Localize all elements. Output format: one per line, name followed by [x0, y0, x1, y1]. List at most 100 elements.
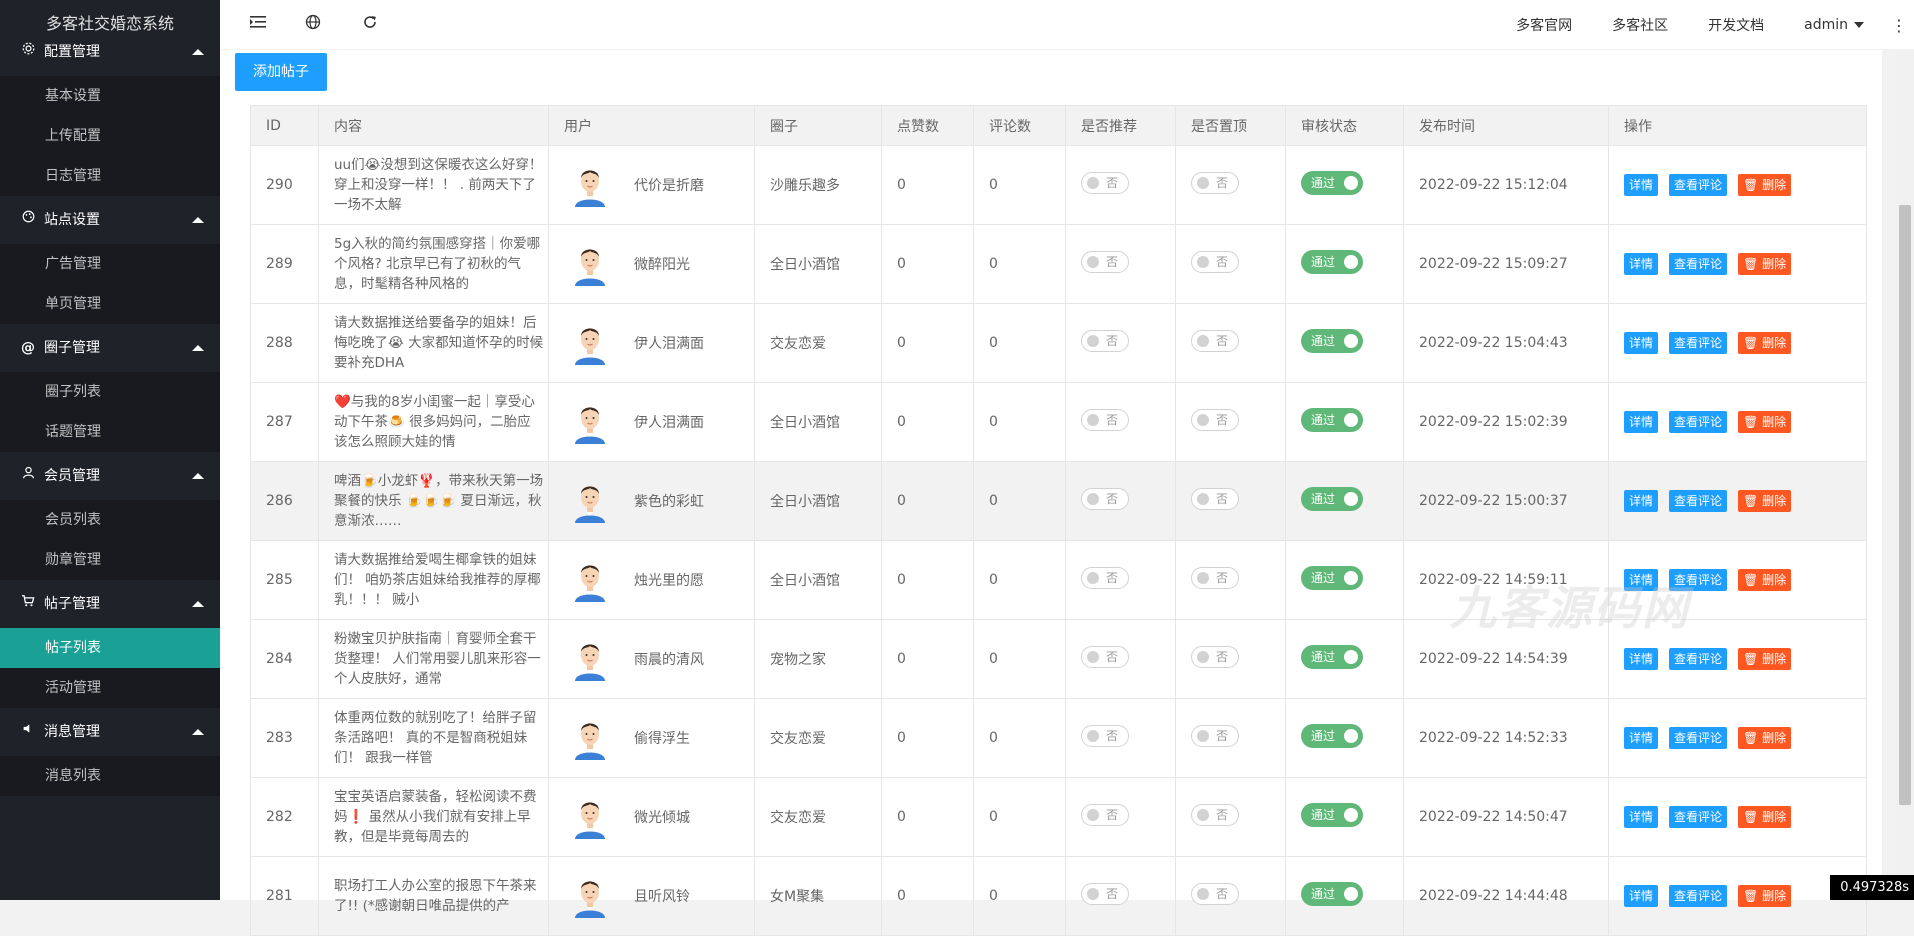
sidebar-item[interactable]: 基本设置: [0, 76, 220, 116]
toggle-knob: [1344, 808, 1358, 822]
link-official-site[interactable]: 多客官网: [1496, 15, 1592, 35]
sidebar-item[interactable]: 上传配置: [0, 116, 220, 156]
delete-button[interactable]: 🗑 删除: [1738, 569, 1792, 591]
sidebar-group-3[interactable]: 会员管理: [0, 452, 220, 500]
recommend-toggle[interactable]: 否: [1081, 725, 1129, 747]
detail-button[interactable]: 详情: [1624, 253, 1659, 275]
trash-icon: 🗑: [1743, 257, 1763, 271]
pin-toggle[interactable]: 否: [1191, 725, 1239, 747]
review-toggle[interactable]: 通过: [1301, 171, 1363, 195]
view-comments-button[interactable]: 查看评论: [1669, 332, 1728, 354]
sidebar-group-4[interactable]: 帖子管理: [0, 580, 220, 628]
review-toggle[interactable]: 通过: [1301, 882, 1363, 906]
recommend-toggle[interactable]: 否: [1081, 409, 1129, 431]
sidebar-item[interactable]: 广告管理: [0, 244, 220, 284]
view-comments-button[interactable]: 查看评论: [1669, 174, 1728, 196]
review-toggle[interactable]: 通过: [1301, 566, 1363, 590]
sidebar-item[interactable]: 帖子列表: [0, 628, 220, 668]
delete-button[interactable]: 🗑 删除: [1738, 411, 1792, 433]
delete-button[interactable]: 🗑 删除: [1738, 648, 1792, 670]
detail-button[interactable]: 详情: [1624, 174, 1659, 196]
recommend-toggle[interactable]: 否: [1081, 804, 1129, 826]
toggle-label: 通过: [1311, 650, 1336, 664]
avatar: [571, 163, 609, 207]
detail-button[interactable]: 详情: [1624, 490, 1659, 512]
view-comments-button[interactable]: 查看评论: [1669, 648, 1728, 670]
delete-button[interactable]: 🗑 删除: [1738, 806, 1792, 828]
table-row: 286 啤酒🍺小龙虾🦞，带来秋天第一场聚餐的快乐 🍺🍺🍺 夏日渐远，秋意渐浓…… 紫…: [250, 461, 1867, 541]
delete-button[interactable]: 🗑 删除: [1738, 332, 1792, 354]
view-comments-button[interactable]: 查看评论: [1669, 806, 1728, 828]
user-menu[interactable]: admin: [1784, 17, 1884, 33]
recommend-toggle[interactable]: 否: [1081, 251, 1129, 273]
detail-button[interactable]: 详情: [1624, 332, 1659, 354]
refresh-icon[interactable]: [360, 14, 380, 34]
pin-toggle[interactable]: 否: [1191, 883, 1239, 905]
cell-user: 微光倾城: [548, 777, 755, 857]
detail-button[interactable]: 详情: [1624, 648, 1659, 670]
view-comments-button[interactable]: 查看评论: [1669, 727, 1728, 749]
cell-recommend: 否: [1065, 777, 1176, 857]
sidebar-item[interactable]: 日志管理: [0, 156, 220, 196]
link-community[interactable]: 多客社区: [1592, 15, 1688, 35]
sidebar-item[interactable]: 圈子列表: [0, 372, 220, 412]
detail-button[interactable]: 详情: [1624, 885, 1659, 907]
menu-collapse-icon[interactable]: [248, 14, 268, 34]
link-dev-docs[interactable]: 开发文档: [1688, 15, 1784, 35]
delete-button[interactable]: 🗑 删除: [1738, 174, 1792, 196]
review-toggle[interactable]: 通过: [1301, 408, 1363, 432]
pin-toggle[interactable]: 否: [1191, 804, 1239, 826]
recommend-toggle[interactable]: 否: [1081, 883, 1129, 905]
sidebar-group-0[interactable]: 配置管理: [0, 28, 220, 76]
cell-comments: 0: [973, 540, 1066, 620]
review-toggle[interactable]: 通过: [1301, 803, 1363, 827]
sidebar-item[interactable]: 活动管理: [0, 668, 220, 708]
pin-toggle[interactable]: 否: [1191, 488, 1239, 510]
view-comments-button[interactable]: 查看评论: [1669, 490, 1728, 512]
review-toggle[interactable]: 通过: [1301, 487, 1363, 511]
recommend-toggle[interactable]: 否: [1081, 330, 1129, 352]
recommend-toggle[interactable]: 否: [1081, 488, 1129, 510]
review-toggle[interactable]: 通过: [1301, 645, 1363, 669]
recommend-toggle[interactable]: 否: [1081, 567, 1129, 589]
pin-toggle[interactable]: 否: [1191, 409, 1239, 431]
sidebar-item[interactable]: 勋章管理: [0, 540, 220, 580]
pin-toggle[interactable]: 否: [1191, 251, 1239, 273]
sidebar-item[interactable]: 话题管理: [0, 412, 220, 452]
delete-button[interactable]: 🗑 删除: [1738, 253, 1792, 275]
toggle-knob: [1197, 493, 1209, 505]
view-comments-button[interactable]: 查看评论: [1669, 411, 1728, 433]
review-toggle[interactable]: 通过: [1301, 250, 1363, 274]
review-toggle[interactable]: 通过: [1301, 724, 1363, 748]
recommend-toggle[interactable]: 否: [1081, 646, 1129, 668]
scrollbar-thumb[interactable]: [1899, 205, 1911, 805]
more-vertical-icon[interactable]: ⋮: [1884, 16, 1914, 35]
pin-toggle[interactable]: 否: [1191, 567, 1239, 589]
pin-toggle[interactable]: 否: [1191, 172, 1239, 194]
sidebar-item[interactable]: 消息列表: [0, 756, 220, 796]
sidebar-item[interactable]: 会员列表: [0, 500, 220, 540]
sidebar-group-5[interactable]: 消息管理: [0, 708, 220, 756]
column-header: 是否置顶: [1175, 105, 1286, 146]
cell-review: 通过: [1285, 145, 1404, 225]
avatar: [571, 242, 609, 286]
recommend-toggle[interactable]: 否: [1081, 172, 1129, 194]
view-comments-button[interactable]: 查看评论: [1669, 885, 1728, 907]
review-toggle[interactable]: 通过: [1301, 329, 1363, 353]
delete-button[interactable]: 🗑 删除: [1738, 885, 1792, 907]
delete-button[interactable]: 🗑 删除: [1738, 490, 1792, 512]
pin-toggle[interactable]: 否: [1191, 646, 1239, 668]
sidebar-submenu: 会员列表 勋章管理: [0, 500, 220, 580]
sidebar-group-2[interactable]: @ 圈子管理: [0, 324, 220, 372]
sidebar-group-1[interactable]: 站点设置: [0, 196, 220, 244]
pin-toggle[interactable]: 否: [1191, 330, 1239, 352]
add-post-button[interactable]: 添加帖子: [235, 53, 327, 91]
table-row: 281 职场打工人办公室的报恩下午茶来了!! (*感谢朝日唯品提供的产 且听风铃 女M…: [250, 856, 1867, 936]
detail-button[interactable]: 详情: [1624, 727, 1659, 749]
sidebar-item[interactable]: 单页管理: [0, 284, 220, 324]
delete-button[interactable]: 🗑 删除: [1738, 727, 1792, 749]
detail-button[interactable]: 详情: [1624, 806, 1659, 828]
globe-icon[interactable]: [303, 14, 323, 34]
detail-button[interactable]: 详情: [1624, 411, 1659, 433]
view-comments-button[interactable]: 查看评论: [1669, 253, 1728, 275]
